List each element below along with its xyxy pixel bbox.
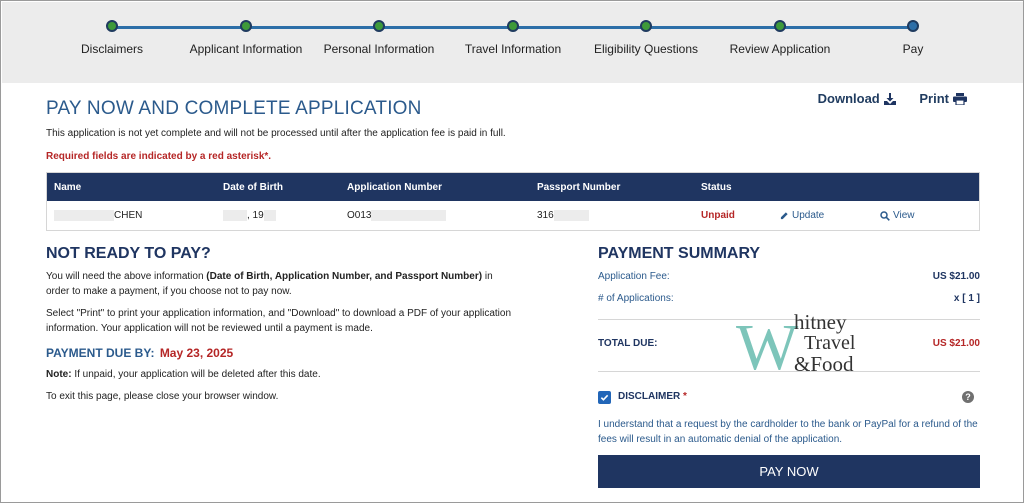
page-title: PAY NOW AND COMPLETE APPLICATION [46,98,422,119]
para-bold-text: (Date of Birth, Application Number, and … [206,271,483,282]
redacted-block [223,210,247,221]
view-link[interactable]: View [880,210,915,221]
update-link[interactable]: Update [780,210,824,221]
redacted-block [553,210,589,221]
help-icon[interactable]: ? [962,391,974,403]
deletion-note: Note: If unpaid, your application will b… [46,367,516,382]
payment-summary-heading: PAYMENT SUMMARY [598,245,761,262]
print-label: Print [919,91,949,106]
cell-name: CHEN [54,201,142,230]
step-dot [106,20,118,32]
step-pay[interactable]: Pay [833,2,993,83]
total-label: TOTAL DUE: [598,338,658,349]
redacted-block [263,210,276,221]
redacted-block [371,210,447,221]
check-icon [600,394,609,401]
total-value: US $21.00 [932,338,980,349]
step-dot [373,20,385,32]
logo-line3: &Food [794,352,854,376]
logo-line1: hitney [794,310,847,334]
count-value: x [ 1 ] [953,293,980,304]
fee-label: Application Fee: [598,271,670,282]
disclaimer-label: DISCLAIMER * [618,391,687,402]
exit-instructions: To exit this page, please close your bro… [46,391,279,402]
cell-passport-text: 316 [537,210,554,221]
col-passport-number: Passport Number [537,181,621,193]
cell-application-text: O013 [347,210,372,221]
cell-dob-text: , 19 [247,210,264,221]
print-icon [953,92,967,105]
incomplete-notice: This application is not yet complete and… [46,128,506,139]
cell-application-number: O013 [347,201,447,230]
status-badge: Unpaid [701,210,735,221]
page-tools: Download Print [798,91,967,106]
logo-big-letter: W [736,311,799,377]
disclaimer-text: I understand that a request by the cardh… [598,419,978,445]
print-button[interactable]: Print [909,91,967,106]
cell-dob: , 19 [223,201,276,230]
redacted-block [54,210,114,221]
col-date-of-birth: Date of Birth [223,181,283,193]
download-button[interactable]: Download [808,91,896,106]
view-cell: View [880,201,915,230]
logo-line2: Travel [804,332,856,354]
watermark-logo: W hitney Travel &Food [736,310,856,377]
payment-due-label: PAYMENT DUE BY: [46,346,155,360]
view-label: View [893,210,915,221]
cell-name-text: CHEN [114,210,143,221]
pay-now-button[interactable]: PAY NOW [598,455,980,488]
payment-due: PAYMENT DUE BY: May 23, 2025 [46,346,233,360]
table-header: Name Date of Birth Application Number Pa… [47,173,979,201]
step-dot-current [907,20,919,32]
update-label: Update [792,210,825,221]
payment-due-date: May 23, 2025 [159,346,234,360]
step-dot [640,20,652,32]
cell-passport-number: 316 [537,201,589,230]
fee-value: US $21.00 [932,271,980,282]
download-label: Download [817,91,880,106]
col-name: Name [54,181,82,193]
step-dot [240,20,252,32]
note-text: If unpaid, your application will be dele… [71,369,321,380]
page-frame: Disclaimers Applicant Information Person… [0,0,1024,503]
pencil-icon [780,212,788,220]
table-row: CHEN , 19 O013 316 Unpaid Update View [47,201,979,230]
note-label: Note: [46,369,72,380]
step-label: Pay [902,42,924,56]
application-table: Name Date of Birth Application Number Pa… [46,172,980,231]
print-download-paragraph: Select "Print" to print your application… [46,308,512,334]
disclaimer-checkbox[interactable] [598,391,611,404]
not-ready-heading: NOT READY TO PAY? [46,245,211,262]
search-icon [880,210,890,221]
step-dot [507,20,519,32]
step-dot [774,20,786,32]
col-application-number: Application Number [347,181,443,193]
disclaimer-row: DISCLAIMER * ? [598,389,980,407]
progress-tracker: Disclaimers Applicant Information Person… [2,2,1023,83]
not-ready-paragraph: You will need the above information (Dat… [46,269,516,299]
count-row: # of Applications: x [ 1 ] [598,293,980,304]
required-fields-note: Required fields are indicated by a red a… [46,151,272,162]
required-asterisk: * [683,391,687,402]
update-cell: Update [780,201,824,230]
download-icon [883,92,896,105]
col-status: Status [701,181,732,193]
fee-row: Application Fee: US $21.00 [598,271,980,282]
count-label: # of Applications: [598,293,674,304]
para-text: You will need the above information [46,271,207,282]
disclaimer-text-label: DISCLAIMER [618,391,681,402]
